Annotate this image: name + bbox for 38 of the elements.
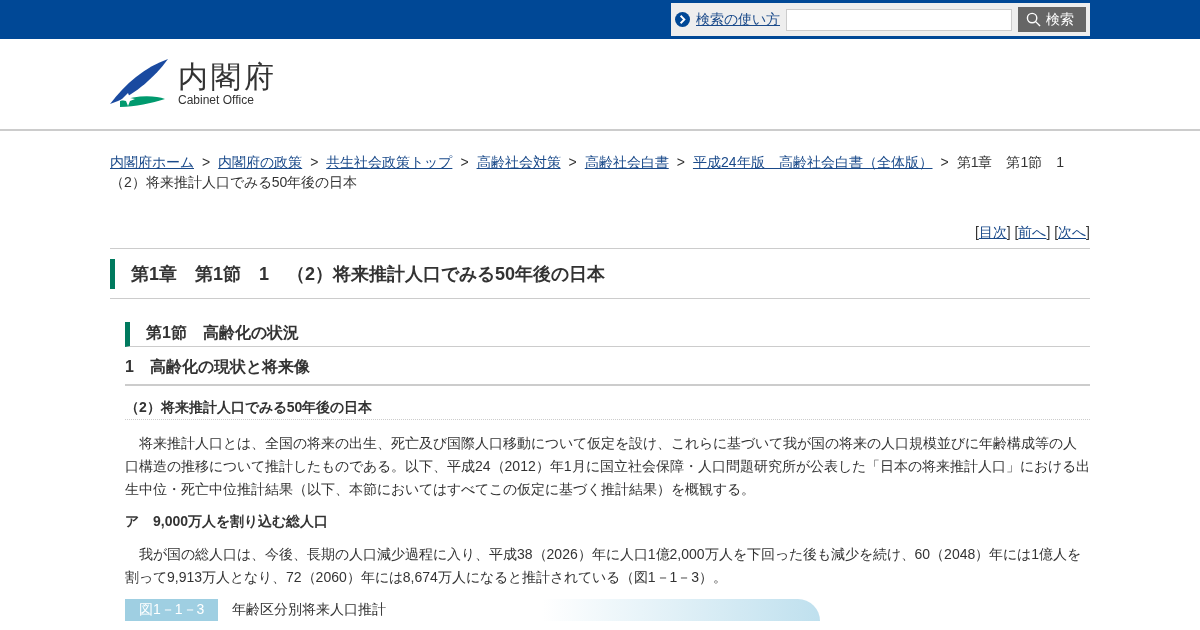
breadcrumb-link[interactable]: 高齢社会対策 [476,154,561,170]
figure-title: 年齢区分別将来人口推計 [232,601,387,619]
breadcrumb-separator: > [202,154,211,170]
breadcrumb-link[interactable]: 共生社会政策トップ [326,154,453,170]
breadcrumb-link[interactable]: 平成24年版 高齢社会白書（全体版） [692,154,933,170]
breadcrumb-link[interactable]: 内閣府ホーム [110,154,194,170]
figure-number: 図1－1－3 [125,599,219,621]
search-icon [1026,12,1041,27]
breadcrumb-link[interactable]: 内閣府の政策 [218,154,303,170]
breadcrumb-current: （2）将来推計人口でみる50年後の日本 [110,173,359,192]
leaf-logo-icon [110,59,170,109]
breadcrumb-separator: > [310,154,319,170]
breadcrumb-link[interactable]: 高齢社会白書 [584,154,669,170]
section-title: 第1節 高齢化の状況 [125,322,1090,347]
subsection-title: 1 高齢化の現状と将来像 [125,357,1090,386]
search-field[interactable] [786,8,1012,31]
chevron-circle-icon [675,12,690,27]
breadcrumb-separator: > [460,154,469,170]
search-button[interactable]: 検索 [1018,7,1086,32]
breadcrumb-separator: > [676,154,685,170]
bracket: [ [1054,224,1059,240]
breadcrumb-separator: > [940,154,949,170]
paragraph: 我が国の総人口は、今後、長期の人口減少過程に入り、平成38（2026）年に人口1億2,000万人を下回った後も減少を続け、60（2048）年には1億人を割って9,913万人となり、72（2060）年には8,674万人になると推計されている（図1－1－3）。 [125,545,1083,587]
paragraph: 将来推計人口とは、全国の将来の出生、死亡及び国際人口移動について仮定を設け、これらに基づいて我が国の将来の人口規模並びに年齢構成等の人口構造の推移について推計したものである。以下、平成24（2012）年1月に国立社会保障・人口問題研究所が公表した「日本の将来推計人口」における出生中位・死亡中位推計結果（以下、本節においてはすべてこの仮定に基づく推計結果）を概観する。 [125,434,1090,499]
bracket: [ [974,224,979,240]
breadcrumb-separator: > [568,154,577,170]
logo-subtitle: Cabinet Office [178,93,255,107]
item-title: （2）将来推計人口でみる50年後の日本 [125,399,1090,420]
bracket: ] [1006,224,1011,240]
breadcrumb-current: 第1章 第1節 1 [956,154,1065,170]
logo-title: 内閣府 [178,61,277,93]
bracket: ] [1046,224,1051,240]
paragraph-heading: ア 9,000万人を割り込む総人口 [125,513,330,531]
page-title: 第1章 第1節 1 （2）将来推計人口でみる50年後の日本 [110,259,1090,289]
page-nav-link[interactable]: 目次 [978,224,1007,240]
bracket: ] [1086,224,1090,240]
bracket: [ [1014,224,1019,240]
search-help-link[interactable]: 検索の使い方 [696,10,780,29]
